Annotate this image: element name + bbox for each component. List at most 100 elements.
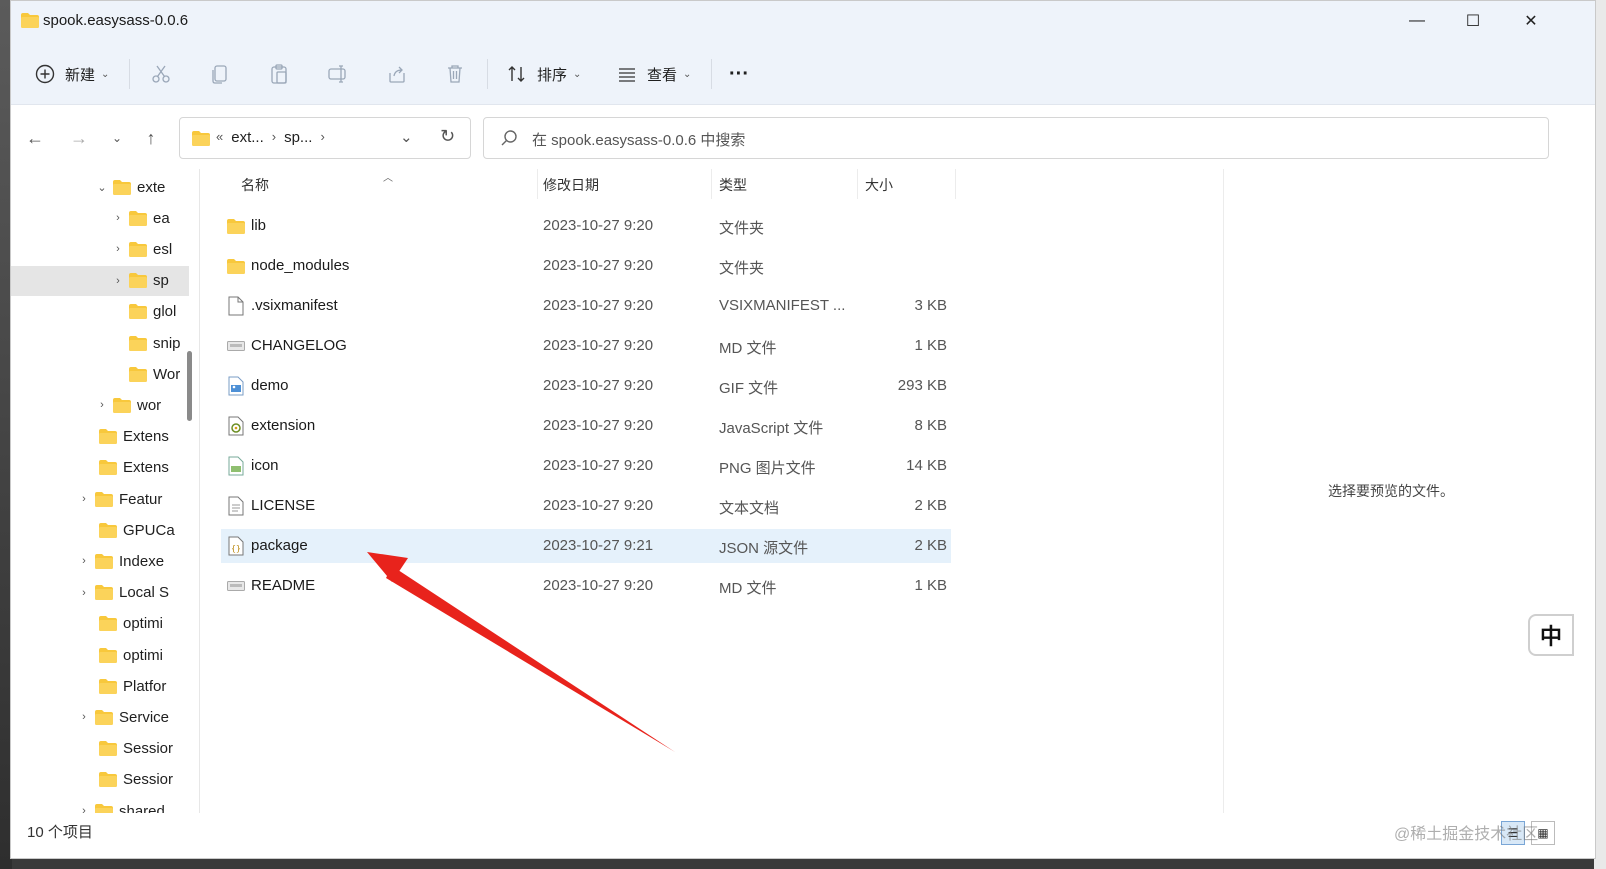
- file-size: 1 KB: [914, 337, 947, 354]
- chevron-right-icon[interactable]: ›: [109, 212, 127, 224]
- tree-item[interactable]: › ea: [109, 203, 170, 233]
- address-bar[interactable]: « ext... › sp... › ⌄ ↻: [179, 117, 471, 159]
- navigation-scrollbar[interactable]: [187, 351, 192, 421]
- maximize-button[interactable]: ☐: [1445, 1, 1501, 41]
- column-header-name[interactable]: 名称: [241, 169, 269, 201]
- tree-item[interactable]: › Featur: [75, 484, 162, 514]
- chevron-right-icon[interactable]: ›: [109, 275, 127, 287]
- copy-button[interactable]: [208, 57, 232, 91]
- arrow-right-icon: →: [70, 127, 88, 148]
- tree-item[interactable]: GPUCa: [79, 515, 175, 545]
- column-header-type[interactable]: 类型: [719, 169, 747, 201]
- file-type: JavaScript 文件: [719, 420, 824, 437]
- chevron-down-icon[interactable]: ⌄: [400, 128, 420, 146]
- file-row[interactable]: README 2023-10-27 9:20 MD 文件 1 KB: [221, 569, 951, 603]
- close-icon: ✕: [1524, 13, 1538, 30]
- tree-item[interactable]: › sp: [11, 265, 189, 296]
- column-header-date[interactable]: 修改日期: [543, 169, 599, 201]
- minimize-button[interactable]: —: [1389, 1, 1445, 41]
- folder-icon: [99, 647, 117, 663]
- folder-icon: [21, 13, 39, 32]
- column-divider[interactable]: [955, 169, 956, 199]
- file-type: MD 文件: [719, 340, 777, 357]
- file-name: icon: [251, 457, 279, 474]
- file-type: GIF 文件: [719, 380, 779, 397]
- delete-button[interactable]: [443, 57, 467, 91]
- tree-item[interactable]: optimi: [79, 640, 163, 670]
- json-file-icon: {}: [227, 536, 245, 556]
- breadcrumb-item[interactable]: sp...: [284, 129, 312, 146]
- file-date: 2023-10-27 9:20: [543, 217, 654, 234]
- file-date: 2023-10-27 9:20: [543, 257, 654, 274]
- close-button[interactable]: ✕: [1503, 1, 1559, 41]
- chevron-right-icon[interactable]: ›: [75, 587, 93, 599]
- file-row[interactable]: icon 2023-10-27 9:20 PNG 图片文件 14 KB: [221, 449, 951, 483]
- column-divider[interactable]: [537, 169, 538, 199]
- tree-item[interactable]: snip: [109, 328, 181, 358]
- chevron-right-icon[interactable]: ›: [75, 711, 93, 723]
- tree-item[interactable]: › Service: [75, 702, 169, 732]
- tree-item[interactable]: › Indexe: [75, 546, 164, 576]
- file-row[interactable]: .vsixmanifest 2023-10-27 9:20 VSIXMANIFEST…: [221, 289, 951, 323]
- sort-button[interactable]: 排序 ⌄: [505, 57, 581, 91]
- tree-item[interactable]: › Local S: [75, 578, 169, 608]
- chevron-right-icon[interactable]: ›: [109, 243, 127, 255]
- file-type: 文本文档: [719, 500, 780, 517]
- more-options-button[interactable]: ···: [729, 57, 749, 91]
- overflow-chevron-icon[interactable]: «: [216, 129, 223, 146]
- file-row[interactable]: lib 2023-10-27 9:20 文件夹: [221, 209, 951, 243]
- chevron-down-icon[interactable]: ⌄: [93, 181, 111, 194]
- tree-item[interactable]: Extens: [79, 422, 169, 452]
- tree-item[interactable]: Sessior: [79, 765, 173, 795]
- recent-locations-button[interactable]: ⌄: [103, 125, 131, 151]
- share-button[interactable]: [385, 57, 409, 91]
- file-row[interactable]: LICENSE 2023-10-27 9:20 文本文档 2 KB: [221, 489, 951, 523]
- tree-item-label: shared: [119, 802, 165, 814]
- paste-button[interactable]: [267, 57, 291, 91]
- view-button[interactable]: 查看 ⌄: [615, 57, 691, 91]
- tree-item[interactable]: Sessior: [79, 734, 173, 764]
- file-size: 3 KB: [914, 297, 947, 314]
- chevron-right-icon[interactable]: ›: [93, 399, 111, 411]
- cut-button[interactable]: [149, 57, 173, 91]
- chevron-right-icon[interactable]: ›: [272, 129, 276, 146]
- tree-item[interactable]: › esl: [109, 234, 172, 264]
- tree-item[interactable]: optimi: [79, 609, 163, 639]
- file-type: JSON 源文件: [719, 540, 809, 557]
- file-row[interactable]: node_modules 2023-10-27 9:20 文件夹: [221, 249, 951, 283]
- chevron-right-icon[interactable]: ›: [75, 555, 93, 567]
- tree-item[interactable]: › shared: [75, 796, 165, 813]
- new-button[interactable]: 新建 ⌄: [33, 57, 109, 91]
- column-divider[interactable]: [857, 169, 858, 199]
- refresh-icon[interactable]: ↻: [440, 126, 462, 147]
- chevron-right-icon[interactable]: ›: [75, 805, 93, 813]
- search-box[interactable]: 在 spook.easysass-0.0.6 中搜索: [483, 117, 1549, 159]
- tree-item-label: esl: [153, 240, 173, 258]
- file-row[interactable]: demo 2023-10-27 9:20 GIF 文件 293 KB: [221, 369, 951, 403]
- ime-indicator[interactable]: 中: [1528, 614, 1574, 656]
- maximize-icon: ☐: [1465, 13, 1481, 30]
- file-row[interactable]: extension 2023-10-27 9:20 JavaScript 文件 8 K…: [221, 409, 951, 443]
- back-button[interactable]: ←: [21, 125, 49, 151]
- breadcrumb-item[interactable]: ext...: [231, 129, 264, 146]
- tree-item[interactable]: › wor: [93, 390, 161, 420]
- share-icon: [385, 62, 409, 86]
- file-size: 1 KB: [914, 577, 947, 594]
- forward-button[interactable]: →: [65, 125, 93, 151]
- watermark: @稀土掘金技术社区: [1394, 826, 1539, 843]
- tree-item[interactable]: ⌄ exte: [93, 172, 165, 202]
- file-row[interactable]: CHANGELOG 2023-10-27 9:20 MD 文件 1 KB: [221, 329, 951, 363]
- column-divider[interactable]: [711, 169, 712, 199]
- column-header-size[interactable]: 大小: [865, 169, 893, 201]
- tree-item[interactable]: Extens: [79, 453, 169, 483]
- file-row[interactable]: {} package 2023-10-27 9:21 JSON 源文件 2 KB: [221, 529, 951, 563]
- tree-item[interactable]: glol: [109, 297, 176, 327]
- divider: [711, 59, 712, 89]
- chevron-right-icon[interactable]: ›: [75, 493, 93, 505]
- tree-item[interactable]: Wor: [109, 359, 180, 389]
- file-date: 2023-10-27 9:21: [543, 537, 654, 554]
- up-button[interactable]: ↑: [137, 125, 165, 151]
- tree-item[interactable]: Platfor: [79, 671, 166, 701]
- rename-button[interactable]: [326, 57, 350, 91]
- chevron-right-icon[interactable]: ›: [320, 129, 324, 146]
